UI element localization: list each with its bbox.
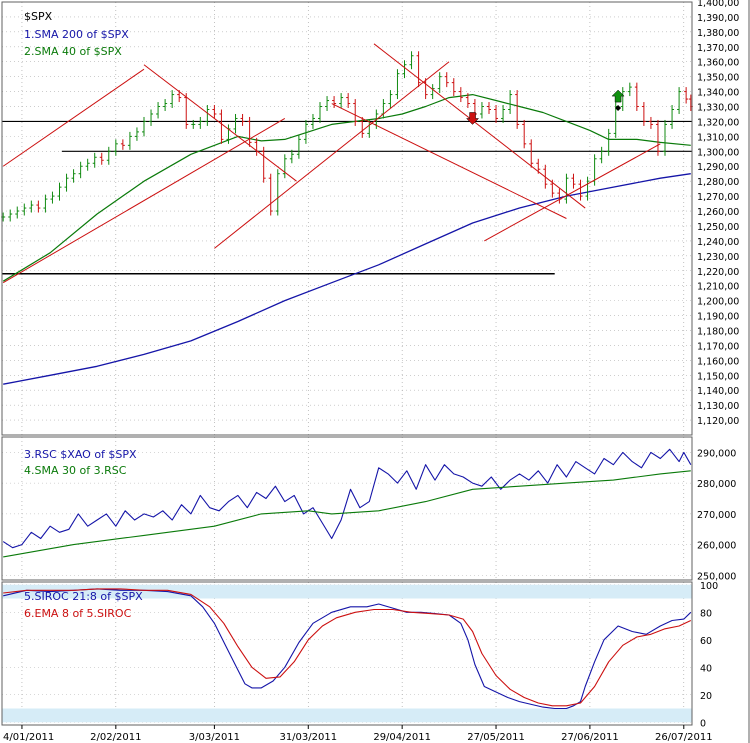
price-tick-label: 1,130,00 — [697, 401, 739, 412]
price-tick-label: 1,370,00 — [697, 43, 739, 54]
x-tick-label: 27/05/2011 — [467, 732, 525, 743]
x-tick-label: 26/07/2011 — [655, 732, 713, 743]
siroc-band — [2, 708, 692, 723]
price-tick-label: 1,290,00 — [697, 162, 739, 173]
legend-sma200: 1.SMA 200 of $SPX — [24, 28, 129, 41]
legend-ema: 6.EMA 8 of 5.SIROC — [24, 607, 132, 620]
price-tick-label: 1,200,00 — [697, 297, 739, 308]
x-tick-label: 27/06/2011 — [561, 732, 619, 743]
price-tick-label: 1,230,00 — [697, 252, 739, 263]
siroc-tick-label: 60 — [700, 636, 712, 647]
x-tick-label: 4/01/2011 — [3, 732, 54, 743]
price-tick-label: 1,280,00 — [697, 177, 739, 188]
price-tick-label: 1,360,00 — [697, 58, 739, 69]
price-tick-label: 1,350,00 — [697, 73, 739, 84]
x-tick-label: 2/02/2011 — [90, 732, 141, 743]
siroc-tick-label: 80 — [700, 608, 712, 619]
siroc-tick-label: 40 — [700, 663, 712, 674]
price-tick-label: 1,150,00 — [697, 371, 739, 382]
siroc-tick-label: 20 — [700, 691, 712, 702]
stock-chart: 1,400,00 1,390,00 1,380,00 1,370,00 1,360,00… — [0, 0, 750, 743]
legend-sma40: 2.SMA 40 of $SPX — [24, 45, 122, 58]
price-tick-label: 1,190,00 — [697, 312, 739, 323]
price-tick-label: 1,380,00 — [697, 28, 739, 39]
price-tick-label: 1,310,00 — [697, 132, 739, 143]
legend-siroc: 5.SIROC 21:8 of $SPX — [24, 590, 143, 603]
siroc-tick-label: 100 — [700, 581, 718, 592]
rsc-tick-label: 260,000 — [697, 541, 736, 552]
price-tick-label: 1,400,00 — [697, 0, 739, 9]
siroc-tick-label: 0 — [700, 718, 706, 729]
legend-rsc-sma: 4.SMA 30 of 3.RSC — [24, 464, 127, 477]
price-tick-label: 1,270,00 — [697, 192, 739, 203]
price-tick-label: 1,260,00 — [697, 207, 739, 218]
x-tick-label: 31/03/2011 — [279, 732, 337, 743]
chart-background — [0, 0, 750, 743]
rsc-tick-label: 280,000 — [697, 479, 736, 490]
x-tick-label: 29/04/2011 — [373, 732, 431, 743]
rsc-tick-label: 290,000 — [697, 448, 736, 459]
price-tick-label: 1,180,00 — [697, 326, 739, 337]
price-tick-label: 1,390,00 — [697, 13, 739, 24]
x-tick-label: 3/03/2011 — [189, 732, 240, 743]
price-tick-label: 1,250,00 — [697, 222, 739, 233]
price-tick-label: 1,340,00 — [697, 88, 739, 99]
price-tick-label: 1,170,00 — [697, 341, 739, 352]
rsc-tick-label: 270,000 — [697, 510, 736, 521]
price-tick-label: 1,320,00 — [697, 117, 739, 128]
price-tick-label: 1,160,00 — [697, 356, 739, 367]
price-tick-label: 1,120,00 — [697, 416, 739, 427]
price-tick-label: 1,300,00 — [697, 147, 739, 158]
price-tick-label: 1,330,00 — [697, 103, 739, 114]
price-tick-label: 1,240,00 — [697, 237, 739, 248]
price-title: $SPX — [24, 10, 53, 23]
price-tick-label: 1,140,00 — [697, 386, 739, 397]
legend-rsc: 3.RSC $XAO of $SPX — [24, 448, 137, 461]
price-tick-label: 1,210,00 — [697, 282, 739, 293]
price-tick-label: 1,220,00 — [697, 267, 739, 278]
